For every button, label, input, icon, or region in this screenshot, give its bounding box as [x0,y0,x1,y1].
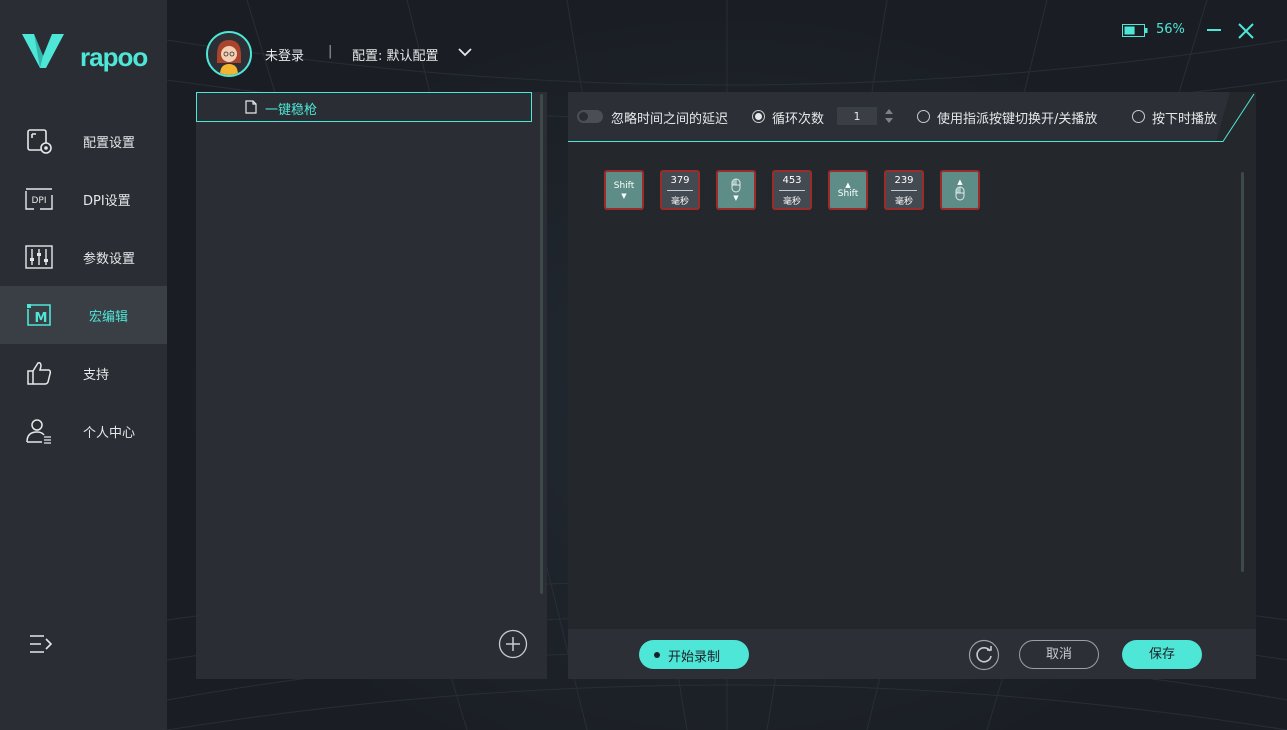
arrow-up-icon: ▲ [845,180,851,189]
sidebar-item-label: 参数设置 [83,251,136,267]
macro-editor: 忽略时间之间的延迟 循环次数 使用指派按键切换开/关播放 按下时播放 Shift… [568,92,1256,679]
battery-icon [1122,24,1148,37]
sidebar-item-label: 个人中心 [83,425,136,441]
sidebar-nav: 配置设置 DPI DPI设置 参数设置 M 宏编辑 支持 个人中心 [0,112,167,460]
loop-count-label: 循环次数 [772,112,825,127]
svg-text:DPI: DPI [31,196,46,206]
macro-step-mouse-down[interactable]: ▼ [716,170,756,210]
hold-play-label: 按下时播放 [1152,112,1218,127]
sidebar-item-profile[interactable]: 个人中心 [0,402,167,460]
macro-step-delay[interactable]: 239 毫秒 [884,170,924,210]
header-separator: | [328,44,333,59]
user-name[interactable]: 未登录 [265,45,304,64]
battery-level-fill [1124,26,1135,35]
cancel-button[interactable]: 取消 [1019,640,1099,669]
macro-steps-area: Shift ▼ 379 毫秒 ▼ 453 毫秒 ▲ Shift 239 毫秒 ▲ [568,142,1256,629]
toggle-play-label: 使用指派按键切换开/关播放 [937,112,1098,127]
macro-icon: M [27,304,51,326]
svg-text:M: M [35,311,48,326]
sidebar-item-macro[interactable]: M 宏编辑 [0,286,167,344]
arrow-down-icon: ▼ [733,194,739,202]
step-delay-value: 453 [782,175,802,186]
save-button[interactable]: 保存 [1122,640,1202,669]
macro-list-panel: 一键稳枪 [196,92,547,679]
macro-step-delay[interactable]: 453 毫秒 [772,170,812,210]
step-delay-value: 379 [670,175,690,186]
sidebar-item-params[interactable]: 参数设置 [0,228,167,286]
battery-percent: 56% [1156,22,1185,37]
macro-toolbar: 忽略时间之间的延迟 循环次数 使用指派按键切换开/关播放 按下时播放 [568,92,1256,142]
mouse-icon [955,186,965,201]
loop-count-radio[interactable] [752,110,765,123]
sliders-icon [25,245,53,269]
macro-step-mouse-up[interactable]: ▲ [940,170,980,210]
step-delay-divider [891,190,917,191]
ignore-delay-toggle[interactable] [577,110,603,123]
sidebar-item-dpi[interactable]: DPI DPI设置 [0,170,167,228]
sidebar-item-config[interactable]: 配置设置 [0,112,167,170]
arrow-down-icon: ▼ [621,191,627,200]
v-logo-icon [22,34,64,68]
macro-step-delay[interactable]: 379 毫秒 [660,170,700,210]
sidebar-item-label: 配置设置 [83,135,136,151]
start-record-label: 开始录制 [668,650,721,665]
step-key-label: Shift [613,180,635,191]
macro-list-item-label: 一键稳枪 [265,103,318,118]
loop-count-input[interactable] [837,107,877,125]
step-delay-divider [779,190,805,191]
sidebar-item-label: 支持 [83,367,110,383]
step-delay-unit: 毫秒 [670,197,689,207]
arrow-up-icon: ▲ [957,178,963,186]
thumbs-up-icon [27,362,52,385]
macro-scrollbar[interactable] [1241,172,1244,572]
collapse-menu-icon[interactable] [28,632,54,656]
toggle-play-radio[interactable] [917,110,930,123]
minimize-icon[interactable] [1206,22,1222,38]
sidebar-item-label: DPI设置 [83,193,131,209]
brand-name: rapoo [80,42,148,72]
user-icon [26,419,51,444]
start-record-button[interactable]: 开始录制 [639,640,749,669]
macro-footer: 开始录制 取消 保存 [568,629,1256,679]
ignore-delay-label: 忽略时间之间的延迟 [611,112,729,127]
sidebar: rapoo 配置设置 DPI DPI设置 参数设置 M 宏编辑 支持 个人中心 [0,0,167,730]
rapoo-logo[interactable]: rapoo [22,30,152,74]
step-key-label: Shift [837,188,859,199]
dpi-icon: DPI [25,188,53,210]
mouse-icon [731,178,741,193]
macro-step-key-up[interactable]: ▲ Shift [828,170,868,210]
loop-count-stepper[interactable] [883,106,895,126]
config-selector-label[interactable]: 配置: 默认配置 [352,45,439,64]
step-delay-divider [667,190,693,191]
step-delay-value: 239 [894,175,914,186]
add-macro-button[interactable] [498,629,528,659]
macro-step-key-down[interactable]: Shift ▼ [604,170,644,210]
close-icon[interactable] [1237,22,1255,40]
step-delay-unit: 毫秒 [782,197,801,207]
avatar[interactable] [206,31,252,77]
macro-list-item[interactable]: 一键稳枪 [196,92,532,122]
list-scrollbar[interactable] [540,94,543,594]
record-dot-icon [654,652,660,658]
chevron-down-icon[interactable] [457,46,473,58]
refresh-button[interactable] [968,639,1000,671]
document-icon [245,100,257,114]
config-icon [27,129,52,154]
step-delay-unit: 毫秒 [894,197,913,207]
sidebar-item-support[interactable]: 支持 [0,344,167,402]
avatar-icon [208,33,250,75]
sidebar-item-label: 宏编辑 [89,309,129,325]
hold-play-radio[interactable] [1132,110,1145,123]
